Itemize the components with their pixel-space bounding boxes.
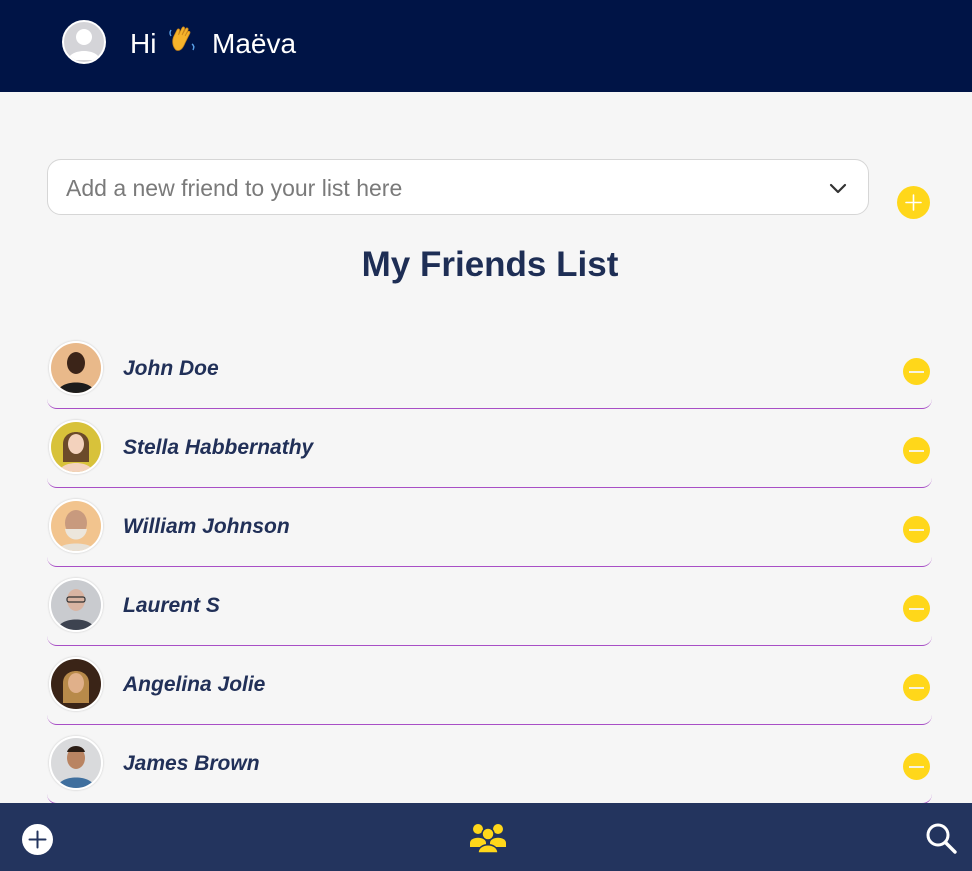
chevron-down-icon[interactable] (828, 178, 848, 203)
remove-friend-button[interactable] (903, 674, 930, 701)
friend-avatar (49, 341, 103, 395)
plus-circle-icon[interactable] (21, 823, 54, 861)
page-title: My Friends List (361, 245, 619, 284)
remove-friend-button[interactable] (903, 437, 930, 464)
plus-icon (905, 194, 922, 211)
friend-name: James Brown (123, 752, 260, 775)
friend-name: Stella Habbernathy (123, 436, 314, 459)
remove-friend-button[interactable] (903, 753, 930, 780)
friend-name: William Johnson (123, 515, 290, 538)
friend-avatar (49, 657, 103, 711)
friend-avatar (49, 499, 103, 553)
add-friend-select[interactable]: Add a new friend to your list here (47, 159, 869, 215)
friend-name: Angelina Jolie (123, 673, 266, 696)
friend-row: William Johnson (47, 488, 932, 567)
friend-avatar (49, 420, 103, 474)
top-header: Hi Maëva (0, 0, 972, 92)
waving-hand-icon (168, 24, 198, 63)
greeting-word: Hi (130, 27, 157, 59)
user-avatar-icon[interactable] (62, 20, 106, 64)
friend-name: Laurent S (123, 594, 220, 617)
add-friend-placeholder: Add a new friend to your list here (66, 175, 403, 201)
remove-friend-button[interactable] (903, 358, 930, 385)
friend-avatar (49, 578, 103, 632)
bottom-nav (0, 803, 972, 871)
username-text: Maëva (212, 27, 297, 59)
friend-row: Angelina Jolie (47, 646, 932, 725)
search-icon[interactable] (924, 821, 958, 860)
friend-name: John Doe (123, 357, 219, 380)
friends-list: John Doe Stella Habbernathy William John… (47, 330, 932, 804)
friends-icon[interactable] (469, 821, 507, 860)
friend-row: John Doe (47, 330, 932, 409)
add-friend-button[interactable] (897, 186, 930, 219)
remove-friend-button[interactable] (903, 595, 930, 622)
friend-row: Laurent S (47, 567, 932, 646)
friend-row: James Brown (47, 725, 932, 804)
remove-friend-button[interactable] (903, 516, 930, 543)
greeting-text: Hi Maëva (130, 24, 296, 67)
friend-row: Stella Habbernathy (47, 409, 932, 488)
friend-avatar (49, 736, 103, 790)
